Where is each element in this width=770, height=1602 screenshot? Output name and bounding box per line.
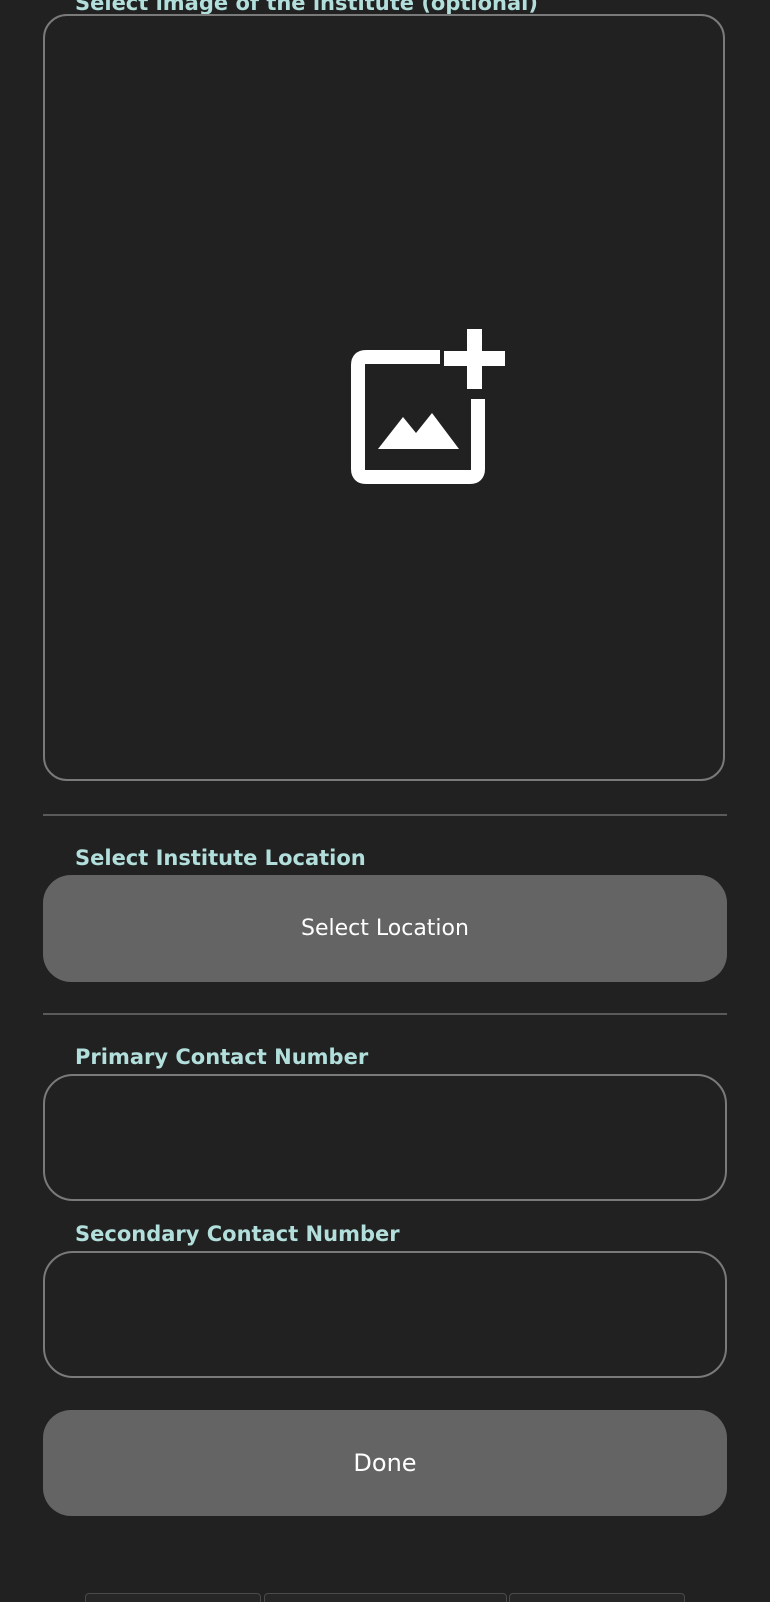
add-photo-icon: [351, 329, 505, 484]
primary-contact-input[interactable]: [43, 1074, 727, 1201]
image-section-label: Select image of the institute (optional): [75, 0, 538, 15]
primary-contact-label: Primary Contact Number: [75, 1045, 369, 1069]
form-screen: Select image of the institute (optional)…: [0, 0, 770, 1602]
bottom-nav-item[interactable]: [85, 1593, 261, 1602]
image-picker[interactable]: [43, 14, 725, 781]
secondary-contact-label: Secondary Contact Number: [75, 1222, 400, 1246]
secondary-contact-input[interactable]: [43, 1251, 727, 1378]
done-button[interactable]: Done: [43, 1410, 727, 1516]
divider: [43, 814, 727, 816]
select-location-button[interactable]: Select Location: [43, 875, 727, 982]
bottom-nav-item[interactable]: [264, 1593, 507, 1602]
bottom-nav-item[interactable]: [509, 1593, 685, 1602]
divider: [43, 1013, 727, 1015]
location-section-label: Select Institute Location: [75, 846, 366, 870]
